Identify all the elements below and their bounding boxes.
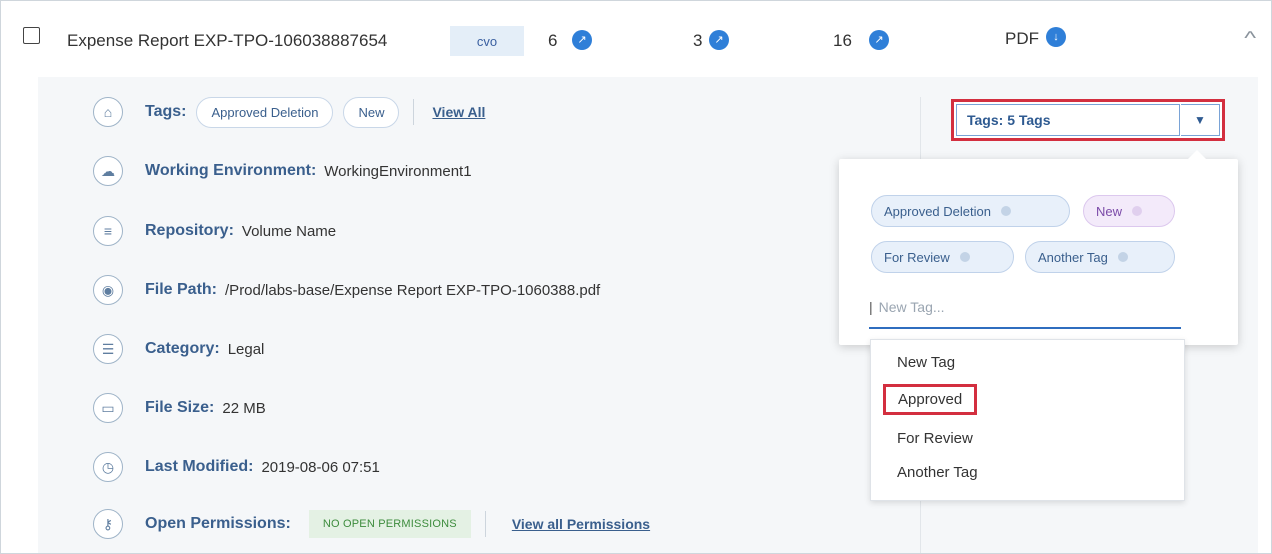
arrow-up-right-icon[interactable]: ↗ <box>572 30 592 50</box>
applied-tag-new[interactable]: New <box>1083 195 1175 227</box>
tag-suggestions-menu: New Tag Approved For Review Another Tag <box>870 339 1185 501</box>
category-value: Legal <box>227 340 265 358</box>
remove-tag-icon[interactable] <box>959 252 970 262</box>
key-icon: ⚷ <box>93 509 123 539</box>
count-2: 3 <box>693 31 703 50</box>
applied-tag-another-tag[interactable]: Another Tag <box>1025 241 1175 273</box>
file-details-card: Expense Report EXP-TPO-106038887654 cvo … <box>0 0 1272 554</box>
file-size-value: 22 MB <box>222 399 266 417</box>
cloud-icon: ☁ <box>93 156 123 186</box>
remove-tag-icon[interactable] <box>1117 252 1128 262</box>
caret-down-icon[interactable]: ▼ <box>1181 104 1220 136</box>
view-all-permissions-link[interactable]: View all Permissions <box>512 516 650 532</box>
arrow-up-right-icon[interactable]: ↗ <box>869 30 889 50</box>
tags-popover: Approved Deletion New For Review Another… <box>839 150 1238 345</box>
new-tag-input[interactable]: | New Tag... <box>869 287 1181 329</box>
applied-tag-for-review[interactable]: For Review <box>871 241 1014 273</box>
open-permissions-label: Open Permissions: <box>145 515 291 532</box>
divider <box>484 511 486 537</box>
text-cursor: | <box>869 299 873 315</box>
environment-badge: cvo <box>450 26 524 56</box>
file-size-row: ▭ File Size: 22 MB <box>93 391 266 425</box>
file-path-row: ◉ File Path: /Prod/labs-base/Expense Rep… <box>93 273 600 307</box>
download-icon[interactable]: ↓ <box>1046 27 1066 47</box>
divider <box>413 99 415 125</box>
tag-pill[interactable]: Approved Deletion <box>196 96 334 128</box>
view-all-tags-link[interactable]: View All <box>432 104 485 120</box>
open-permissions-row: ⚷ Open Permissions: NO OPEN PERMISSIONS … <box>93 507 650 541</box>
permissions-status-badge: NO OPEN PERMISSIONS <box>308 510 471 538</box>
applied-tag-label: Another Tag <box>1038 249 1108 265</box>
folder-icon: ▭ <box>93 393 123 423</box>
repository-row: ≡ Repository: Volume Name <box>93 214 336 248</box>
applied-tag-label: Approved Deletion <box>884 203 991 219</box>
tags-select[interactable]: Tags: 5 Tags ▼ <box>951 99 1225 141</box>
tag-pill[interactable]: New <box>343 96 400 128</box>
new-tag-placeholder: New Tag... <box>878 299 945 315</box>
last-modified-row: ◷ Last Modified: 2019-08-06 07:51 <box>93 450 380 484</box>
tags-select-value[interactable]: Tags: 5 Tags <box>956 104 1180 136</box>
row-checkbox[interactable] <box>23 27 40 44</box>
tag-icon: ⌂ <box>93 97 123 127</box>
menu-item-approved[interactable]: Approved <box>883 384 978 415</box>
repository-label: Repository: <box>145 222 234 239</box>
category-label: Category: <box>145 340 220 357</box>
menu-item-new-tag[interactable]: New Tag <box>897 354 955 371</box>
count-1: 6 <box>548 31 558 50</box>
popover-caret <box>1187 150 1207 160</box>
tags-row: ⌂ Tags: Approved Deletion New View All <box>93 95 485 129</box>
category-row: ☰ Category: Legal <box>93 332 264 366</box>
working-environment-value: WorkingEnvironment1 <box>324 162 472 180</box>
applied-tag-label: For Review <box>884 249 950 265</box>
file-path-label: File Path: <box>145 281 218 298</box>
working-environment-row: ☁ Working Environment: WorkingEnvironmen… <box>93 154 472 188</box>
file-path-value: /Prod/labs-base/Expense Report EXP-TPO-1… <box>225 281 601 299</box>
applied-tag-approved-deletion[interactable]: Approved Deletion <box>871 195 1070 227</box>
remove-tag-icon[interactable] <box>1000 206 1011 216</box>
file-type-label: PDF <box>1005 29 1039 48</box>
menu-item-for-review[interactable]: For Review <box>897 430 973 447</box>
repository-value: Volume Name <box>241 222 337 240</box>
tags-label: Tags: <box>145 103 187 120</box>
working-environment-label: Working Environment: <box>145 162 317 179</box>
database-icon: ≡ <box>93 216 123 246</box>
chevron-up-icon[interactable]: ^ <box>1244 28 1256 49</box>
location-pin-icon: ◉ <box>93 275 123 305</box>
arrow-up-right-icon[interactable]: ↗ <box>709 30 729 50</box>
history-icon: ◷ <box>93 452 123 482</box>
document-name: Expense Report EXP-TPO-106038887654 <box>67 31 388 50</box>
list-icon: ☰ <box>93 334 123 364</box>
last-modified-value: 2019-08-06 07:51 <box>261 458 380 476</box>
count-3: 16 <box>833 31 852 50</box>
applied-tag-label: New <box>1096 203 1123 219</box>
file-row-header[interactable]: Expense Report EXP-TPO-106038887654 cvo … <box>1 1 1271 77</box>
menu-item-another-tag[interactable]: Another Tag <box>897 464 978 481</box>
remove-tag-icon[interactable] <box>1132 206 1143 216</box>
last-modified-label: Last Modified: <box>145 458 254 475</box>
file-size-label: File Size: <box>145 399 215 416</box>
